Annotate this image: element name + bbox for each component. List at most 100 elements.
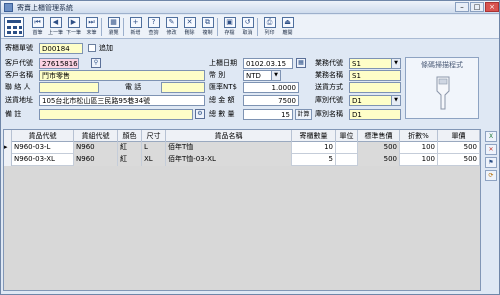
table-cell[interactable]: 佰年T恤 <box>166 142 292 154</box>
save-button[interactable]: ▣ 存檔 <box>221 17 238 37</box>
delete-row-icon[interactable]: ✕ <box>485 144 497 155</box>
row-selector[interactable]: ▸ <box>4 142 12 154</box>
table-cell[interactable]: 500 <box>358 154 400 166</box>
append-label: 追加 <box>99 44 113 52</box>
sales-name-field[interactable]: S1 <box>349 70 401 81</box>
exit-icon: ⏏ <box>281 17 294 28</box>
new-label: 新增 <box>130 30 141 36</box>
table-cell[interactable]: N960 <box>74 154 118 166</box>
customer-code-field[interactable]: 27615816 <box>39 58 79 69</box>
table-cell[interactable]: N960-03-XL <box>12 154 74 166</box>
table-cell[interactable]: 紅 <box>118 142 142 154</box>
table-row[interactable]: ▸ N960-03-L N960 紅 L 佰年T恤 10 500 100 500 <box>4 142 480 154</box>
minimize-button[interactable]: – <box>455 2 469 12</box>
barcode-scanner-button[interactable]: 條碼掃描程式 <box>405 57 479 119</box>
exit-button[interactable]: ⏏ 離開 <box>279 17 296 37</box>
table-cell[interactable]: 佰年T恤-03-XL <box>166 154 292 166</box>
column-header[interactable]: 貨品名稱 <box>166 130 292 142</box>
table-row[interactable]: N960-03-XL N960 紅 XL 佰年T恤-03-XL 5 500 100 500 <box>4 154 480 166</box>
excel-icon[interactable]: X <box>485 131 497 142</box>
refresh-icon[interactable]: ⟳ <box>485 170 497 181</box>
table-cell[interactable] <box>336 142 358 154</box>
table-cell[interactable]: 紅 <box>118 154 142 166</box>
calculate-button[interactable]: 計算 <box>295 109 312 120</box>
ship-method-label: 送貨方式 <box>315 83 343 91</box>
table-cell[interactable]: 100 <box>400 142 438 154</box>
warehouse-name-field[interactable]: D1 <box>349 109 401 120</box>
column-header[interactable]: 貨品代號 <box>12 130 74 142</box>
browse-label: 瀏覽 <box>108 30 119 36</box>
column-header[interactable]: 標準售價 <box>358 130 400 142</box>
table-cell[interactable]: 100 <box>400 154 438 166</box>
column-header[interactable]: 顏色 <box>118 130 142 142</box>
table-cell[interactable]: N960 <box>74 142 118 154</box>
table-cell[interactable]: 500 <box>438 154 480 166</box>
calculator-icon[interactable] <box>4 17 24 37</box>
flag-icon[interactable]: ⚑ <box>485 157 497 168</box>
new-icon: + <box>129 17 142 28</box>
chevron-down-icon[interactable]: ▼ <box>391 59 400 68</box>
query-label: 查詢 <box>148 30 159 36</box>
rate-field[interactable]: 1.0000 <box>243 82 299 93</box>
edit-button[interactable]: ✎ 修改 <box>163 17 180 37</box>
column-header[interactable]: 尺寸 <box>142 130 166 142</box>
close-button[interactable]: × <box>485 2 499 12</box>
customer-name-label: 客戶名稱 <box>5 71 33 79</box>
table-cell[interactable]: 5 <box>292 154 336 166</box>
row-selector[interactable] <box>4 154 12 166</box>
table-cell[interactable] <box>336 154 358 166</box>
table-cell[interactable]: L <box>142 142 166 154</box>
query-button[interactable]: ? 查詢 <box>145 17 162 37</box>
barcode-scanner-icon <box>436 76 450 110</box>
copy-button[interactable]: ⧉ 複制 <box>199 17 216 37</box>
column-header[interactable]: 折數% <box>400 130 438 142</box>
warehouse-code-select[interactable]: D1 ▼ <box>349 95 401 106</box>
delete-button[interactable]: ✕ 刪除 <box>181 17 198 37</box>
new-button[interactable]: + 新增 <box>127 17 144 37</box>
first-label: 首筆 <box>32 30 43 36</box>
append-checkbox[interactable] <box>88 44 96 52</box>
contact-field[interactable] <box>39 82 99 93</box>
date-field[interactable]: 0102.03.15 <box>243 58 293 69</box>
delete-label: 刪除 <box>184 30 195 36</box>
table-cell[interactable]: 10 <box>292 142 336 154</box>
next-button[interactable]: ▶ 下一筆 <box>65 17 82 37</box>
first-button[interactable]: ⏮ 首筆 <box>29 17 46 37</box>
ship-address-field[interactable]: 105台北市松山區三民路95巷34號 <box>39 95 205 106</box>
table-cell[interactable]: XL <box>142 154 166 166</box>
column-header[interactable]: 單價 <box>438 130 480 142</box>
total-qty-field: 15 <box>243 109 293 120</box>
print-button[interactable]: ⎙ 列印 <box>261 17 278 37</box>
chevron-down-icon[interactable]: ▼ <box>271 71 280 80</box>
ship-method-field[interactable] <box>349 82 401 93</box>
prev-button[interactable]: ◀ 上一筆 <box>47 17 64 37</box>
chevron-down-icon[interactable]: ▼ <box>391 96 400 105</box>
cancel-button[interactable]: ↺ 取消 <box>239 17 256 37</box>
sales-code-value: S1 <box>352 60 361 68</box>
table-cell[interactable]: N960-03-L <box>12 142 74 154</box>
column-header[interactable]: 貨組代號 <box>74 130 118 142</box>
customer-name-field[interactable]: 鬥市零售 <box>39 70 205 81</box>
phone-field[interactable] <box>161 82 205 93</box>
consign-no-field[interactable]: D00184 <box>39 43 83 54</box>
next-label: 下一筆 <box>65 30 81 36</box>
sales-code-select[interactable]: S1 ▼ <box>349 58 401 69</box>
maximize-button[interactable]: □ <box>470 2 484 12</box>
total-qty-label: 總 數 量 <box>209 110 235 118</box>
table-cell[interactable]: 500 <box>358 142 400 154</box>
column-header[interactable]: 寄櫃數量 <box>292 130 336 142</box>
last-button[interactable]: ⏭ 末筆 <box>83 17 100 37</box>
table-cell[interactable]: 500 <box>438 142 480 154</box>
calendar-icon[interactable]: ▦ <box>296 58 306 68</box>
consign-no-label: 寄櫃單號 <box>5 44 33 52</box>
sales-code-label: 業務代號 <box>315 59 343 67</box>
currency-select[interactable]: NTD ▼ <box>243 70 281 81</box>
browse-button[interactable]: ▦ 瀏覽 <box>105 17 122 37</box>
binoculars-icon[interactable]: ⚲ <box>91 58 101 68</box>
main-window: 寄賣上櫃管理系統 – □ × ⏮ 首筆 ◀ 上一筆 ▶ 下一筆 ⏭ 末筆 ▦ 瀏覽 + 新增? 查詢 ✎ 修… <box>0 0 500 295</box>
column-header[interactable]: 單位 <box>336 130 358 142</box>
cancel-icon: ↺ <box>241 17 254 28</box>
gear-icon[interactable]: ⚙ <box>195 109 205 119</box>
note-field[interactable] <box>39 109 193 120</box>
cancel-label: 取消 <box>242 30 253 36</box>
